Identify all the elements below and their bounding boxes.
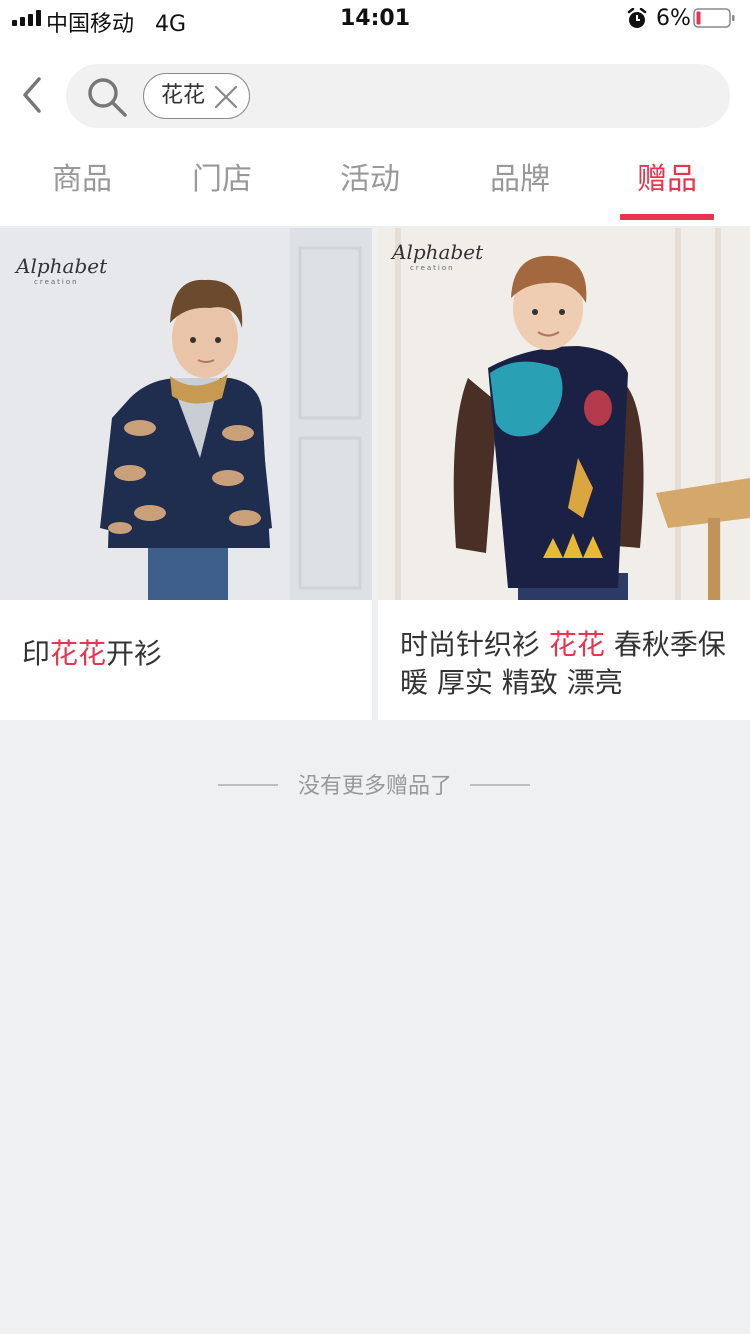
brand-subtitle: creation [410,264,455,272]
keyword-highlight: 花花 [548,628,605,661]
close-icon[interactable] [214,85,238,109]
product-title: 时尚针织衫 花花 春秋季保暖 厚实 精致 漂亮 [400,628,726,699]
active-tab-indicator [620,214,714,220]
search-input[interactable]: 花花 [66,64,730,128]
search-tag-label: 花花 [161,83,206,108]
search-header: 花花 商品 门店 活动 品牌 赠品 [0,40,750,226]
tab-brands[interactable]: 品牌 [460,150,580,220]
product-card[interactable]: Alphabet creation 时尚针织衫 花花 春秋季保暖 厚实 精致 漂… [378,228,750,720]
product-card[interactable]: Alphabet creation 印花花开衫 [0,228,372,720]
product-title: 印花花开衫 [22,637,163,670]
tab-goods[interactable]: 商品 [22,150,142,220]
tab-stores[interactable]: 门店 [162,150,282,220]
status-bar: 中国移动 4G 14:01 6% [0,0,750,40]
category-tabs: 商品 门店 活动 品牌 赠品 [0,150,750,226]
search-icon [88,78,127,117]
keyword-highlight: 花花 [50,637,107,670]
search-tag: 花花 [143,73,250,119]
brand-logo: Alphabet [16,254,108,278]
tab-activities[interactable]: 活动 [310,150,430,220]
tab-gifts[interactable]: 赠品 [607,150,727,220]
end-of-list-note: 没有更多赠品了 [297,774,452,799]
battery-percentage: 6% [656,6,691,31]
divider-line [470,784,530,786]
brand-logo: Alphabet [392,240,484,264]
alarm-icon [627,8,647,28]
back-button[interactable] [10,70,54,120]
brand-subtitle: creation [34,278,79,286]
battery-icon [693,8,735,28]
product-image [378,228,750,600]
chevron-left-icon [23,77,41,113]
